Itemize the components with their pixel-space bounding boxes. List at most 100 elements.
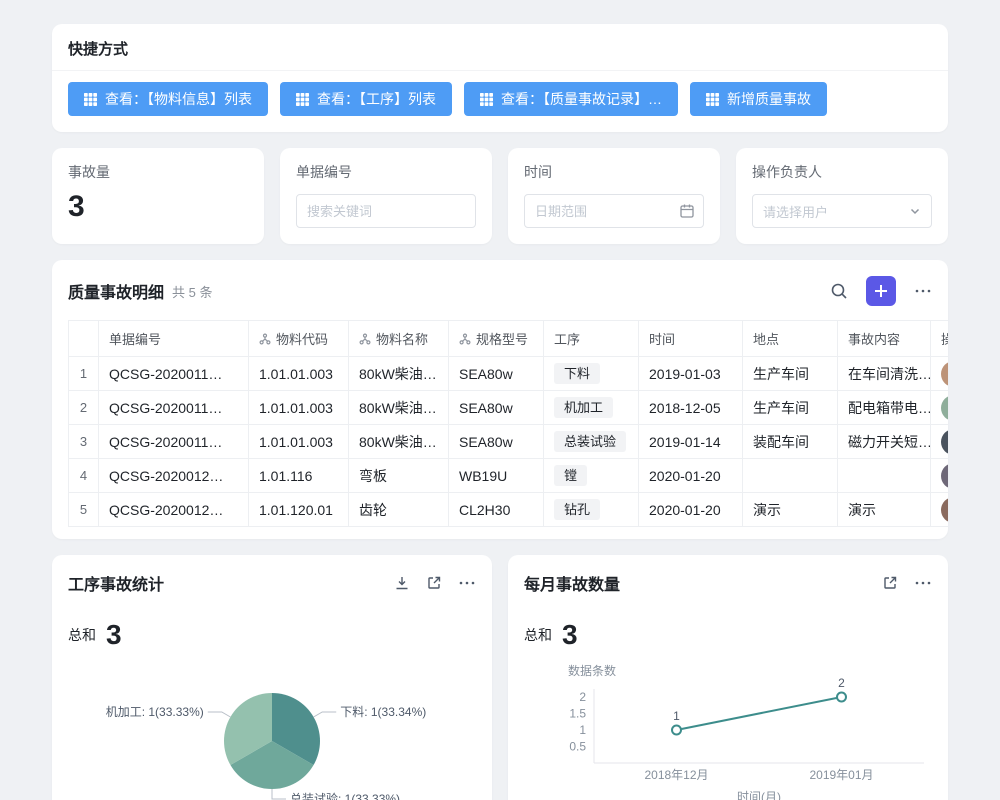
chart-more-button[interactable]	[458, 574, 476, 592]
relation-field-icon	[259, 333, 271, 345]
total-label: 总和	[524, 625, 552, 649]
y-tick-label: 1	[579, 723, 586, 737]
table-row[interactable]: 1QCSG-2020011…1.01.01.00380kW柴油…SEA80w下料…	[69, 357, 949, 391]
cell-content: 在车间清洗…	[838, 357, 931, 391]
x-tick-label: 2018年12月	[644, 768, 708, 782]
table-row[interactable]: 5QCSG-2020012…1.01.120.01齿轮CL2H30钻孔2020-…	[69, 493, 949, 527]
cell-process: 镗	[544, 459, 639, 493]
total-value: 3	[106, 621, 122, 649]
column-header-process: 工序	[544, 321, 639, 357]
filter-label: 时间	[524, 162, 704, 182]
shortcut-button-label: 新增质量事故	[727, 89, 811, 109]
cell-content	[838, 459, 931, 493]
download-icon	[394, 575, 410, 591]
ellipsis-icon	[914, 574, 932, 592]
shortcuts-title: 快捷方式	[52, 24, 948, 71]
monthly-line-chart-card: 每月事故数量 总和 3	[508, 555, 948, 800]
column-header-content: 事故内容	[838, 321, 931, 357]
table-row[interactable]: 4QCSG-2020012…1.01.116弯板WB19U镗2020-01-20	[69, 459, 949, 493]
grid-icon	[296, 93, 309, 106]
charts-row: 工序事故统计	[52, 555, 948, 800]
stat-value: 3	[68, 190, 248, 223]
cell-time: 2019-01-14	[639, 425, 743, 459]
filter-card-document-code: 单据编号	[280, 148, 492, 244]
chart-more-button[interactable]	[914, 574, 932, 592]
table-header-row: 单据编号物料代码物料名称规格型号工序时间地点事故内容操	[69, 321, 949, 357]
line-point[interactable]	[837, 693, 846, 702]
cell-mat_name: 齿轮	[349, 493, 449, 527]
shortcut-button[interactable]: 新增质量事故	[690, 82, 827, 116]
cell-time: 2018-12-05	[639, 391, 743, 425]
column-header-place: 地点	[743, 321, 838, 357]
point-value-label: 2	[838, 676, 845, 690]
user-select[interactable]: 请选择用户	[752, 194, 932, 228]
shortcut-button[interactable]: 查看：【物料信息】列表	[68, 82, 268, 116]
open-fullscreen-button[interactable]	[882, 575, 898, 591]
stat-label: 事故量	[68, 162, 248, 182]
grid-icon	[84, 93, 97, 106]
process-tag: 机加工	[554, 397, 613, 419]
shortcuts-card: 快捷方式 查看：【物料信息】列表查看：【工序】列表查看：【质量事故记录】… 新增质…	[52, 24, 948, 132]
avatar	[941, 463, 948, 489]
pie-slice-label: 机加工: 1(33.33%)	[106, 705, 204, 719]
user-select-placeholder: 请选择用户	[763, 202, 909, 221]
total-value: 3	[562, 621, 578, 649]
cell-process: 钻孔	[544, 493, 639, 527]
y-tick-label: 2	[579, 690, 586, 704]
relation-field-icon	[459, 333, 471, 345]
open-in-new-icon	[426, 575, 442, 591]
date-range-input[interactable]	[524, 194, 704, 228]
cell-content: 演示	[838, 493, 931, 527]
search-button[interactable]	[830, 282, 848, 300]
process-pie-chart: 下料: 1(33.34%)总装试验: 1(33.33%)机加工: 1(33.33…	[68, 661, 476, 800]
accident-detail-table-card: 质量事故明细 共 5 条	[52, 260, 948, 539]
open-fullscreen-button[interactable]	[426, 575, 442, 591]
cell-code: QCSG-2020011…	[99, 357, 249, 391]
cell-code: QCSG-2020011…	[99, 425, 249, 459]
column-header-mat_name: 物料名称	[349, 321, 449, 357]
column-header-label: 事故内容	[848, 329, 900, 348]
cell-process: 下料	[544, 357, 639, 391]
add-record-button[interactable]	[866, 276, 896, 306]
calendar-icon	[679, 203, 695, 219]
cell-mat_name: 弯板	[349, 459, 449, 493]
export-button[interactable]	[394, 575, 410, 591]
shortcut-button-row: 查看：【物料信息】列表查看：【工序】列表查看：【质量事故记录】… 新增质量事故	[52, 71, 948, 132]
pie-label-line	[272, 789, 286, 799]
shortcut-button[interactable]: 查看：【工序】列表	[280, 82, 452, 116]
table-title: 质量事故明细	[68, 279, 164, 303]
cell-process: 机加工	[544, 391, 639, 425]
keyword-search-input[interactable]	[296, 194, 476, 228]
cell-spec: SEA80w	[449, 391, 544, 425]
filter-card-time: 时间	[508, 148, 720, 244]
table-row[interactable]: 3QCSG-2020011…1.01.01.00380kW柴油…SEA80w总装…	[69, 425, 949, 459]
cell-owner	[931, 493, 949, 527]
cell-place: 生产车间	[743, 391, 838, 425]
line-point[interactable]	[672, 726, 681, 735]
plus-icon	[874, 284, 888, 298]
shortcut-button[interactable]: 查看：【质量事故记录】…	[464, 82, 678, 116]
point-value-label: 1	[673, 709, 680, 723]
chart-title: 每月事故数量	[524, 571, 620, 595]
column-header-label: 物料名称	[376, 329, 428, 348]
more-actions-button[interactable]	[914, 282, 932, 300]
cell-spec: WB19U	[449, 459, 544, 493]
cell-index: 4	[69, 459, 99, 493]
table-row[interactable]: 2QCSG-2020011…1.01.01.00380kW柴油…SEA80w机加…	[69, 391, 949, 425]
pie-slice-label: 总装试验: 1(33.33%)	[290, 791, 400, 800]
column-header-spec: 规格型号	[449, 321, 544, 357]
y-tick-label: 0.5	[569, 740, 586, 754]
ellipsis-icon	[458, 574, 476, 592]
cell-mat_code: 1.01.116	[249, 459, 349, 493]
cell-spec: CL2H30	[449, 493, 544, 527]
column-header-label: 操	[941, 329, 948, 348]
cell-time: 2020-01-20	[639, 493, 743, 527]
cell-owner	[931, 459, 949, 493]
table-scroll-area[interactable]: 单据编号物料代码物料名称规格型号工序时间地点事故内容操1QCSG-2020011…	[68, 320, 948, 527]
y-axis-name: 数据条数	[568, 663, 616, 678]
ellipsis-icon	[914, 282, 932, 300]
filter-row: 事故量 3 单据编号 时间 操作负责人 请	[52, 148, 948, 244]
cell-spec: SEA80w	[449, 357, 544, 391]
relation-field-icon	[359, 333, 371, 345]
cell-code: QCSG-2020011…	[99, 391, 249, 425]
